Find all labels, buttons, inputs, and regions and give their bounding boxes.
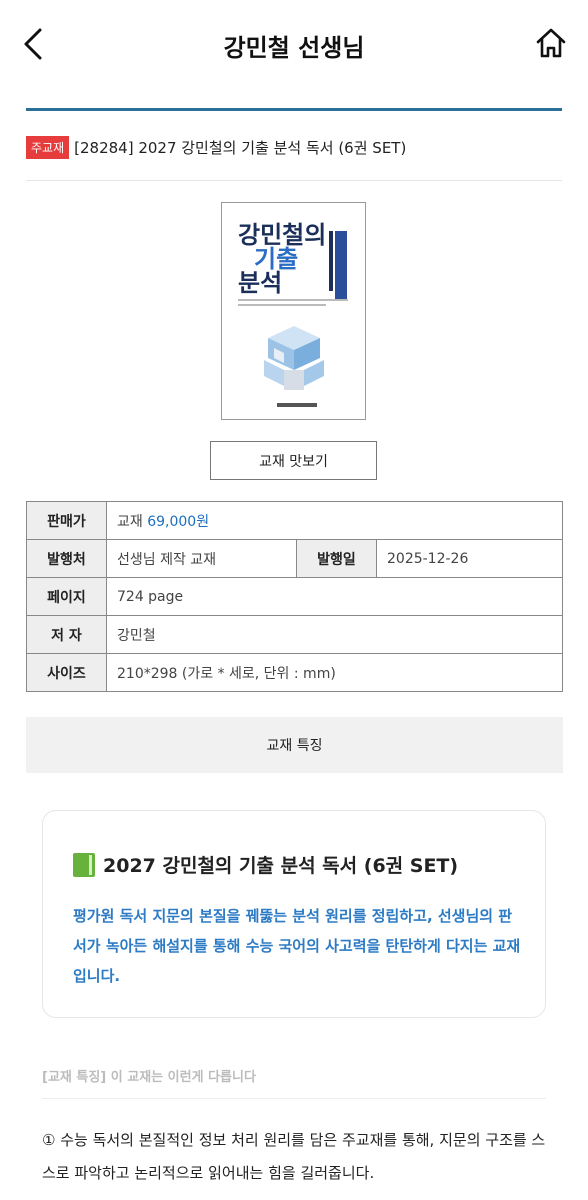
publish-date-label: 발행일 xyxy=(296,539,377,578)
table-row: 페이지 724 page xyxy=(26,577,563,616)
feature-item: ① 수능 독서의 본질적인 정보 처리 원리를 담은 주교재를 통해, 지문의 … xyxy=(42,1131,546,1182)
size-label: 사이즈 xyxy=(26,653,107,692)
main-textbook-badge: 주교재 xyxy=(26,136,70,159)
price-cell: 교재 69,000원 xyxy=(106,501,563,540)
publisher-logo xyxy=(277,403,317,407)
publish-date-value: 2025-12-26 xyxy=(376,539,563,578)
page-title: 강민철 선생님 xyxy=(223,34,365,62)
product-name: [28284] 2027 강민철의 기출 분석 독서 (6권 SET) xyxy=(74,139,407,157)
cover-spine-tab xyxy=(335,231,347,299)
product-title-line: 주교재 [28284] 2027 강민철의 기출 분석 독서 (6권 SET) xyxy=(26,136,566,159)
tab-textbook-features[interactable]: 교재 특징 xyxy=(26,717,563,773)
cover-spine-text xyxy=(329,231,333,291)
cover-subtitle xyxy=(238,299,348,309)
pages-value: 724 page xyxy=(106,577,563,616)
home-button[interactable] xyxy=(534,26,568,60)
card-title: 2027 강민철의 기출 분석 독서 (6권 SET) xyxy=(73,851,458,878)
size-value: 210*298 (가로 * 세로, 단위 : mm) xyxy=(106,653,563,692)
price-value: 69,000원 xyxy=(147,513,210,530)
green-book-icon xyxy=(73,852,95,877)
home-icon xyxy=(536,28,566,58)
cover-title-line: 분석 xyxy=(238,269,283,297)
publisher-value: 선생님 제작 교재 xyxy=(106,539,297,578)
cover-illustration xyxy=(264,326,324,390)
top-bar: 강민철 선생님 xyxy=(0,0,588,88)
table-row: 발행처 선생님 제작 교재 발행일 2025-12-26 xyxy=(26,539,563,578)
card-title-text: 2027 강민철의 기출 분석 독서 (6권 SET) xyxy=(103,855,459,877)
cover-title-line: 강민철의 xyxy=(238,221,327,249)
book-info-table: 판매가 교재 69,000원 발행처 선생님 제작 교재 발행일 2025-12… xyxy=(26,501,563,692)
preview-textbook-button[interactable]: 교재 맛보기 xyxy=(210,441,377,480)
price-prefix: 교재 xyxy=(117,513,148,530)
author-value: 강민철 xyxy=(106,615,563,654)
divider xyxy=(42,1098,546,1099)
cover-title: 강민철의 기출 분석 xyxy=(238,223,326,295)
table-row: 사이즈 210*298 (가로 * 세로, 단위 : mm) xyxy=(26,653,563,692)
card-description: 평가원 독서 지문의 본질을 꿰뚫는 분석 원리를 정립하고, 선생님의 판서가… xyxy=(73,907,521,985)
summary-card: 2027 강민철의 기출 분석 독서 (6권 SET) 평가원 독서 지문의 본… xyxy=(42,810,546,1018)
publisher-label: 발행처 xyxy=(26,539,107,578)
table-row: 판매가 교재 69,000원 xyxy=(26,501,563,540)
header-divider xyxy=(26,108,562,111)
price-label: 판매가 xyxy=(26,501,107,540)
table-row: 저 자 강민철 xyxy=(26,615,563,654)
features-heading: [교재 특징] 이 교재는 이런게 다릅니다 xyxy=(42,1070,256,1085)
book-cover-image: 강민철의 기출 분석 xyxy=(221,202,366,420)
author-label: 저 자 xyxy=(26,615,107,654)
pages-label: 페이지 xyxy=(26,577,107,616)
divider xyxy=(26,180,562,181)
